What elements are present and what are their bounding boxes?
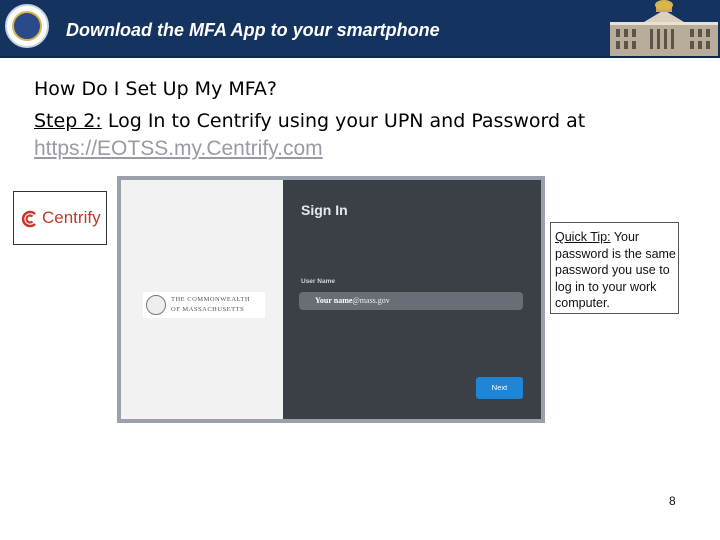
massachusetts-seal-icon xyxy=(5,4,49,48)
signin-title: Sign In xyxy=(301,202,348,218)
massachusetts-seal-icon xyxy=(146,295,166,315)
signin-form-panel: Sign In User Name Your name@mass.gov Nex… xyxy=(283,180,541,419)
centrify-c-logo-icon xyxy=(21,210,36,228)
username-value: Your name@mass.gov xyxy=(315,296,390,305)
next-button[interactable]: Next xyxy=(476,377,523,399)
state-house-image xyxy=(606,0,720,56)
step-text: Log In to Centrify using your UPN and Pa… xyxy=(101,110,586,132)
username-input[interactable]: Your name@mass.gov xyxy=(299,292,523,310)
signin-screenshot: THE COMMONWEALTH OF MASSACHUSETTS Sign I… xyxy=(117,176,545,423)
logo-line-1: THE COMMONWEALTH xyxy=(171,296,251,303)
quick-tip-label: Quick Tip: xyxy=(555,230,611,244)
centrify-url-link[interactable]: https://EOTSS.my.Centrify.com xyxy=(34,137,323,161)
step-label: Step 2: xyxy=(34,110,102,132)
section-heading: How Do I Set Up My MFA? xyxy=(34,78,278,100)
quick-tip-box: Quick Tip: Your password is the same pas… xyxy=(550,222,679,314)
step-instruction: Step 2: Log In to Centrify using your UP… xyxy=(34,110,585,132)
centrify-logo: Centrify xyxy=(13,191,107,245)
logo-line-2: OF MASSACHUSETTS xyxy=(171,306,245,313)
header-banner: Download the MFA App to your smartphone xyxy=(0,0,720,56)
page-number: 8 xyxy=(669,494,676,508)
quick-tip-text: Quick Tip: Your password is the same pas… xyxy=(555,229,679,312)
commonwealth-logo: THE COMMONWEALTH OF MASSACHUSETTS xyxy=(143,292,265,318)
page-title: Download the MFA App to your smartphone xyxy=(66,20,440,40)
username-domain-part: @mass.gov xyxy=(352,296,390,305)
next-button-label: Next xyxy=(491,383,508,392)
signin-logo-panel: THE COMMONWEALTH OF MASSACHUSETTS xyxy=(121,180,283,419)
username-label: User Name xyxy=(301,278,335,285)
header-divider xyxy=(0,56,720,58)
centrify-logo-text: Centrify xyxy=(42,208,101,227)
username-name-part: Your name xyxy=(315,296,353,305)
